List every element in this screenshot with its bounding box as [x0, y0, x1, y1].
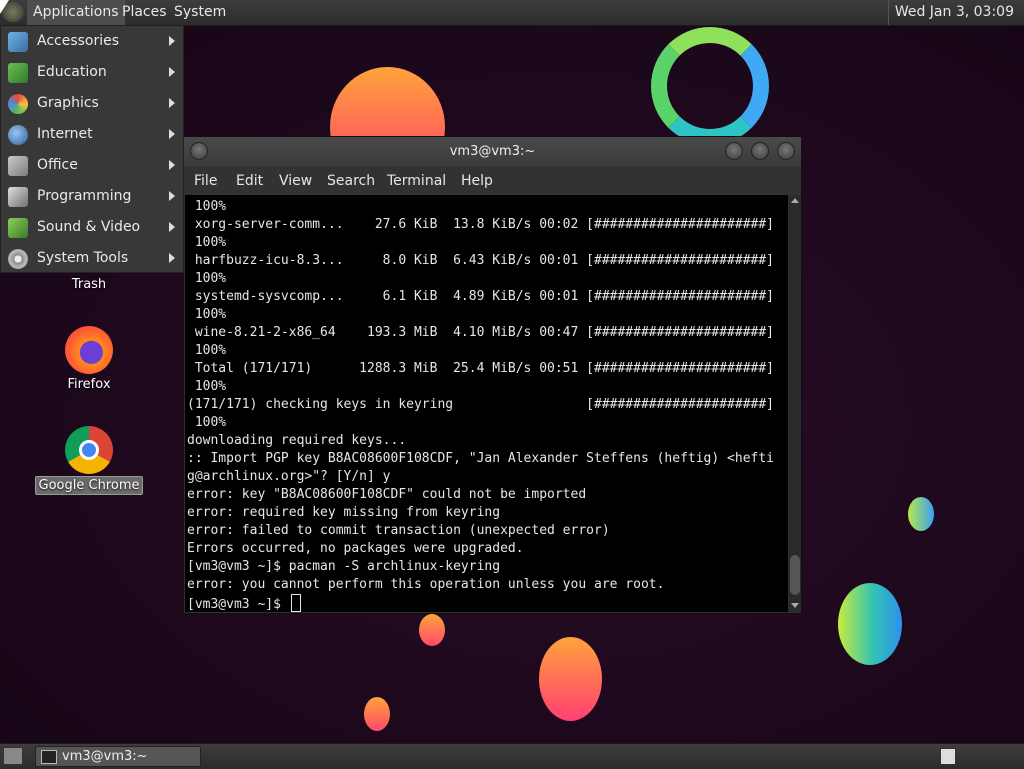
terminal-menubar: File Edit View Search Terminal Help [184, 167, 801, 195]
submenu-arrow-icon [169, 67, 175, 77]
terminal-line: 100% [187, 379, 227, 394]
menu-help[interactable]: Help [461, 167, 493, 196]
submenu-arrow-icon [169, 222, 175, 232]
terminal-scrollbar[interactable] [789, 195, 801, 612]
programming-icon [8, 187, 28, 207]
terminal-line: downloading required keys... [187, 433, 407, 448]
desktop-icon-google-chrome[interactable]: Google Chrome [34, 426, 144, 495]
terminal-titlebar[interactable]: vm3@vm3:~ [184, 137, 801, 167]
terminal-line: error: failed to commit transaction (une… [187, 523, 610, 538]
menu-item-programming[interactable]: Programming [1, 181, 183, 212]
education-icon [8, 63, 28, 83]
maximize-button[interactable] [751, 142, 769, 160]
text-cursor [290, 594, 301, 612]
menu-terminal[interactable]: Terminal [387, 167, 446, 196]
terminal-line: g@archlinux.org>"? [Y/n] y [187, 469, 391, 484]
submenu-arrow-icon [169, 129, 175, 139]
decorative-orange-blob-medium [539, 637, 602, 721]
decorative-orange-blob-tiny [364, 697, 390, 731]
decorative-green-blue-blob [908, 497, 934, 531]
terminal-line: error: key "B8AC08600F108CDF" could not … [187, 487, 587, 502]
terminal-line: Total (171/171) 1288.3 MiB 25.4 MiB/s 00… [187, 361, 774, 376]
terminal-line: harfbuzz-icu-8.3... 8.0 KiB 6.43 KiB/s 0… [187, 253, 774, 268]
terminal-output[interactable]: 100% xorg-server-comm... 27.6 KiB 13.8 K… [185, 195, 788, 612]
terminal-line: 100% [187, 415, 227, 430]
office-icon [8, 156, 28, 176]
menu-item-office[interactable]: Office [1, 150, 183, 181]
menu-item-system-tools[interactable]: System Tools [1, 243, 183, 274]
desktop-icon-firefox[interactable]: Firefox [34, 326, 144, 393]
taskbar-terminal-label: vm3@vm3:~ [62, 749, 148, 764]
terminal-line: Errors occurred, no packages were upgrad… [187, 541, 524, 556]
applications-dropdown: Accessories Education Graphics Internet … [0, 25, 184, 273]
terminal-line: 100% [187, 271, 227, 286]
mouse-pointer-icon [0, 0, 9, 14]
decorative-orange-blob-small [419, 614, 445, 646]
terminal-line: error: required key missing from keyring [187, 505, 501, 520]
accessories-icon [8, 32, 28, 52]
terminal-line: :: Import PGP key B8AC08600F108CDF, "Jan… [187, 451, 774, 466]
terminal-line: 100% [187, 343, 227, 358]
window-title: vm3@vm3:~ [449, 144, 536, 159]
sound-video-icon [8, 218, 28, 238]
bottom-panel: vm3@vm3:~ [0, 743, 1024, 769]
submenu-arrow-icon [169, 36, 175, 46]
terminal-line: 100% [187, 235, 227, 250]
menu-view[interactable]: View [279, 167, 312, 196]
applications-menu[interactable]: Applications [27, 0, 125, 25]
decorative-ring [651, 27, 769, 145]
close-button[interactable] [777, 142, 795, 160]
workspace-switcher[interactable] [940, 748, 956, 765]
terminal-line: 100% [187, 199, 227, 214]
menu-item-education[interactable]: Education [1, 57, 183, 88]
minimize-button[interactable] [725, 142, 743, 160]
decorative-green-blue-blob-large [838, 583, 902, 665]
firefox-icon [65, 326, 113, 374]
submenu-arrow-icon [169, 98, 175, 108]
menu-edit[interactable]: Edit [236, 167, 263, 196]
menu-item-sound-video[interactable]: Sound & Video [1, 212, 183, 243]
menu-file[interactable]: File [194, 167, 217, 196]
terminal-line: wine-8.21-2-x86_64 193.3 MiB 4.10 MiB/s … [187, 325, 774, 340]
graphics-icon [8, 94, 28, 114]
chrome-label: Google Chrome [34, 476, 144, 495]
terminal-line: xorg-server-comm... 27.6 KiB 13.8 KiB/s … [187, 217, 774, 232]
terminal-line: systemd-sysvcomp... 6.1 KiB 4.89 KiB/s 0… [187, 289, 774, 304]
menu-item-graphics[interactable]: Graphics [1, 88, 183, 119]
terminal-window: vm3@vm3:~ File Edit View Search Terminal… [183, 136, 802, 614]
firefox-label: Firefox [67, 377, 111, 392]
trash-label: Trash [71, 277, 107, 292]
chrome-icon [65, 426, 113, 474]
clock[interactable]: Wed Jan 3, 03:09 [887, 0, 1020, 25]
system-tools-icon [8, 249, 28, 269]
top-panel: Applications Places System Wed Jan 3, 03… [0, 0, 1024, 26]
terminal-icon [41, 750, 57, 764]
show-desktop-icon[interactable] [3, 747, 23, 765]
submenu-arrow-icon [169, 160, 175, 170]
terminal-line: [vm3@vm3 ~]$ pacman -S archlinux-keyring [187, 559, 501, 574]
terminal-line: (171/171) checking keys in keyring [####… [187, 397, 774, 412]
submenu-arrow-icon [169, 191, 175, 201]
taskbar-terminal-button[interactable]: vm3@vm3:~ [35, 746, 201, 767]
desktop-icon-trash[interactable]: Trash [34, 276, 144, 293]
scroll-down-icon[interactable] [791, 603, 799, 608]
scroll-up-icon[interactable] [791, 198, 799, 203]
internet-icon [8, 125, 28, 145]
terminal-prompt-line[interactable]: [vm3@vm3 ~]$ [187, 594, 301, 612]
menu-search[interactable]: Search [327, 167, 375, 196]
scrollbar-thumb[interactable] [790, 555, 800, 595]
terminal-line: 100% [187, 307, 227, 322]
terminal-line: error: you cannot perform this operation… [187, 577, 665, 592]
menu-item-internet[interactable]: Internet [1, 119, 183, 150]
system-menu[interactable]: System [168, 0, 232, 25]
places-menu[interactable]: Places [116, 0, 173, 25]
submenu-arrow-icon [169, 253, 175, 263]
menu-item-accessories[interactable]: Accessories [1, 26, 183, 57]
shell-prompt: [vm3@vm3 ~]$ [187, 597, 289, 612]
